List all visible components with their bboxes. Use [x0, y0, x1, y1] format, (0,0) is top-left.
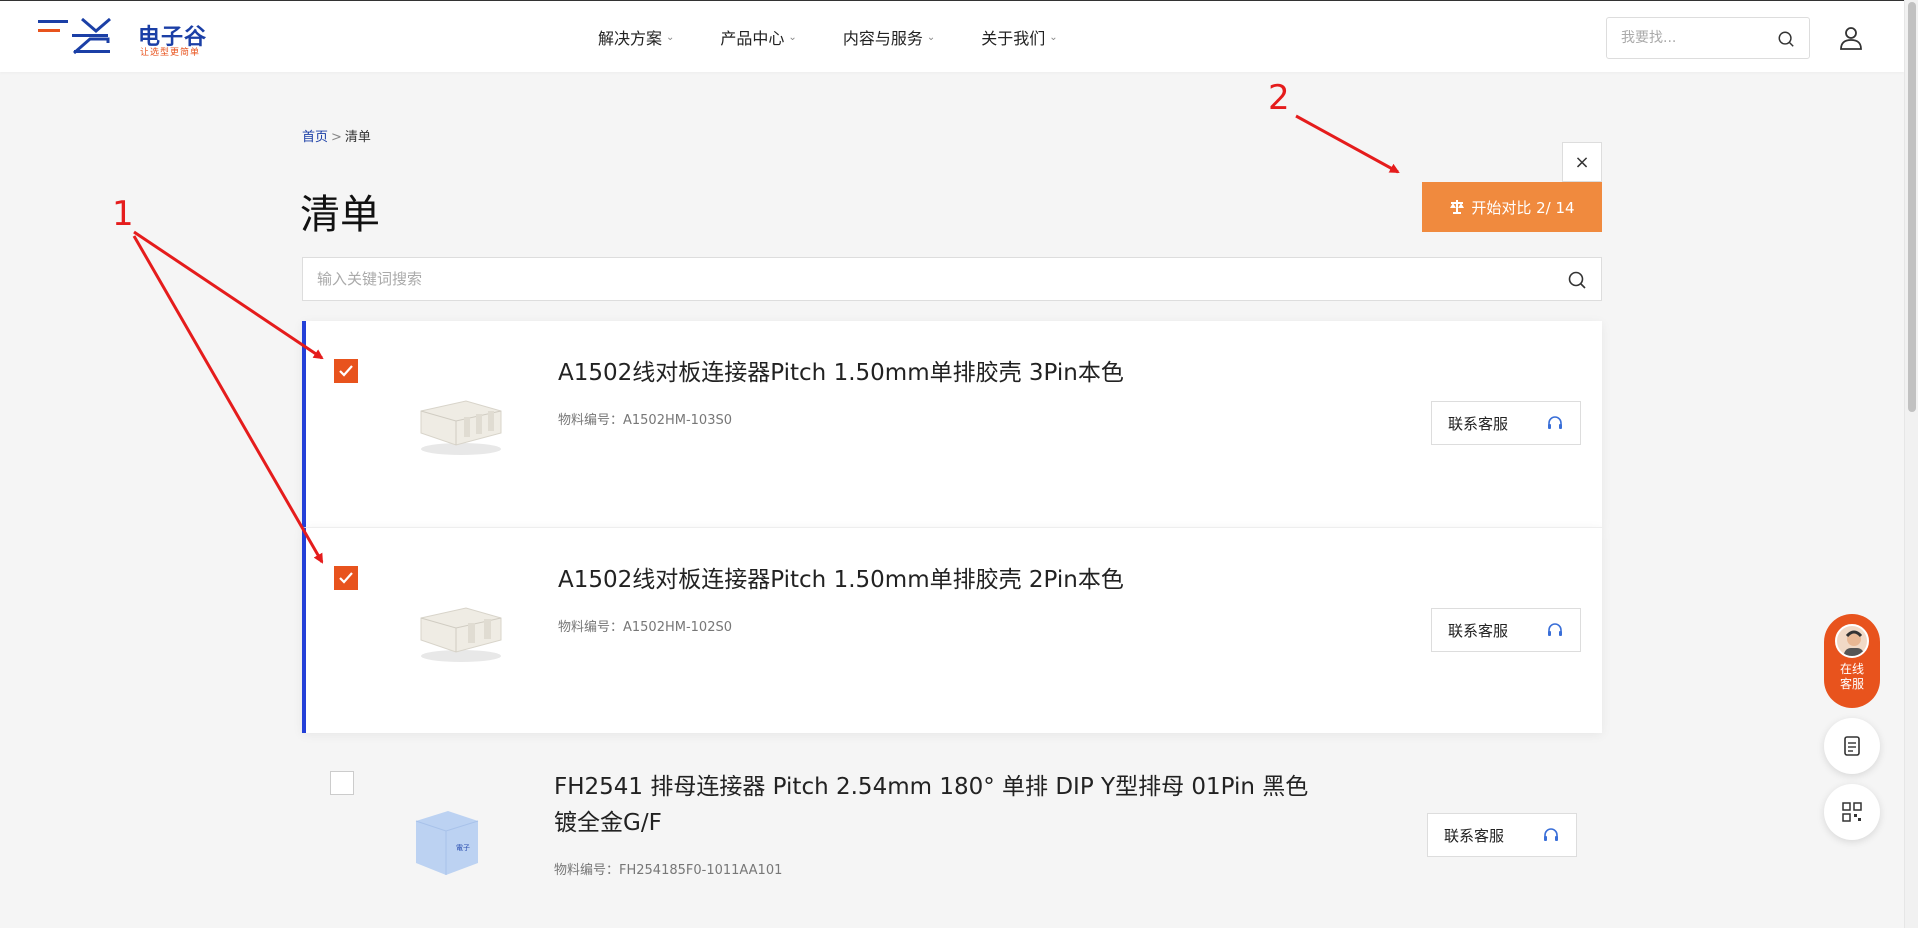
top-header: 电子谷 让选型更简单 解决方案 ⌄ 产品中心 ⌄ 内容与服务 ⌄ 关于我们 ⌄: [0, 0, 1904, 72]
item-checkbox[interactable]: [334, 359, 358, 383]
logo-subtitle: 让选型更简单: [140, 48, 201, 58]
check-icon: [339, 365, 353, 377]
scale-icon: [1450, 200, 1465, 214]
product-code: 物料编号：A1502HM-103S0: [558, 413, 732, 428]
breadcrumb-home[interactable]: 首页: [302, 130, 328, 145]
document-button[interactable]: [1824, 718, 1880, 774]
header-search-input[interactable]: [1621, 18, 1771, 58]
list-search: [302, 257, 1602, 301]
start-compare-button[interactable]: 开始对比 2/ 14: [1422, 182, 1602, 232]
product-code: 物料编号：FH254185F0-1011AA101: [554, 863, 783, 878]
list-item: A1502线对板连接器Pitch 1.50mm单排胶壳 2Pin本色 物料编号：…: [302, 527, 1602, 733]
headset-icon: [1548, 416, 1562, 429]
product-name[interactable]: A1502线对板连接器Pitch 1.50mm单排胶壳 2Pin本色: [558, 562, 1298, 598]
main-nav: 解决方案 ⌄ 产品中心 ⌄ 内容与服务 ⌄ 关于我们 ⌄: [598, 1, 1058, 73]
list-item: A1502线对板连接器Pitch 1.50mm单排胶壳 3Pin本色 物料编号：…: [302, 321, 1602, 527]
list-item: 電子 FH2541 排母连接器 Pitch 2.54mm 180° 单排 DIP…: [302, 733, 1602, 928]
breadcrumb-current: 清单: [344, 130, 371, 145]
svg-text:電子: 電子: [456, 844, 470, 852]
logo-mark-icon: [38, 17, 111, 55]
chevron-down-icon: ⌄: [666, 31, 675, 43]
qrcode-icon: [1842, 802, 1862, 822]
annotation-arrow-1a: [133, 230, 324, 360]
product-code: 物料编号：A1502HM-102S0: [558, 620, 732, 635]
chevron-down-icon: ⌄: [926, 31, 936, 43]
search-icon[interactable]: [1777, 30, 1795, 48]
annotation-label-2: 2: [1268, 78, 1290, 118]
header-search: [1606, 17, 1810, 59]
annotation-arrow-1b: [132, 235, 324, 564]
chevron-down-icon: ⌄: [1049, 31, 1058, 43]
item-checkbox[interactable]: [330, 771, 354, 795]
online-service-label: 在线 客服: [1839, 662, 1864, 691]
product-image: [420, 607, 502, 662]
avatar: [1835, 624, 1869, 658]
headset-icon: [1544, 828, 1558, 841]
user-icon[interactable]: [1838, 25, 1864, 51]
chevron-down-icon: ⌄: [788, 31, 797, 43]
product-image: [420, 400, 502, 455]
page-title: 清单: [300, 192, 380, 238]
start-compare-label: 开始对比 2/ 14: [1471, 198, 1575, 217]
annotation-arrow-2: [1295, 114, 1400, 174]
headset-icon: [1548, 623, 1562, 636]
check-icon: [339, 572, 353, 584]
breadcrumb-separator: >: [331, 130, 342, 145]
contact-service-button[interactable]: 联系客服: [1427, 813, 1577, 857]
list-search-input[interactable]: [317, 258, 1537, 300]
scrollbar-thumb[interactable]: [1908, 2, 1916, 412]
nav-products[interactable]: 产品中心 ⌄: [720, 25, 796, 49]
annotation-label-1: 1: [112, 194, 134, 234]
nav-content-services[interactable]: 内容与服务 ⌄: [843, 25, 935, 49]
item-checkbox[interactable]: [334, 566, 358, 590]
product-name[interactable]: FH2541 排母连接器 Pitch 2.54mm 180° 单排 DIP Y型…: [554, 769, 1314, 841]
search-icon[interactable]: [1567, 270, 1587, 290]
contact-service-button[interactable]: 联系客服: [1431, 401, 1581, 445]
online-service-button[interactable]: 在线 客服: [1824, 614, 1880, 708]
close-compare-button[interactable]: ×: [1562, 142, 1602, 182]
contact-service-button[interactable]: 联系客服: [1431, 608, 1581, 652]
breadcrumb: 首页 > 清单: [302, 126, 371, 145]
document-icon: [1844, 736, 1860, 756]
page-scrollbar[interactable]: [1904, 0, 1918, 928]
nav-about[interactable]: 关于我们 ⌄: [981, 25, 1057, 49]
qrcode-button[interactable]: [1824, 784, 1880, 840]
product-image: 電子: [415, 811, 479, 875]
nav-solutions[interactable]: 解决方案 ⌄: [598, 25, 674, 49]
service-agent-icon: [1844, 630, 1864, 656]
product-name[interactable]: A1502线对板连接器Pitch 1.50mm单排胶壳 3Pin本色: [558, 355, 1298, 391]
site-logo[interactable]: 电子谷 让选型更简单: [38, 17, 218, 58]
